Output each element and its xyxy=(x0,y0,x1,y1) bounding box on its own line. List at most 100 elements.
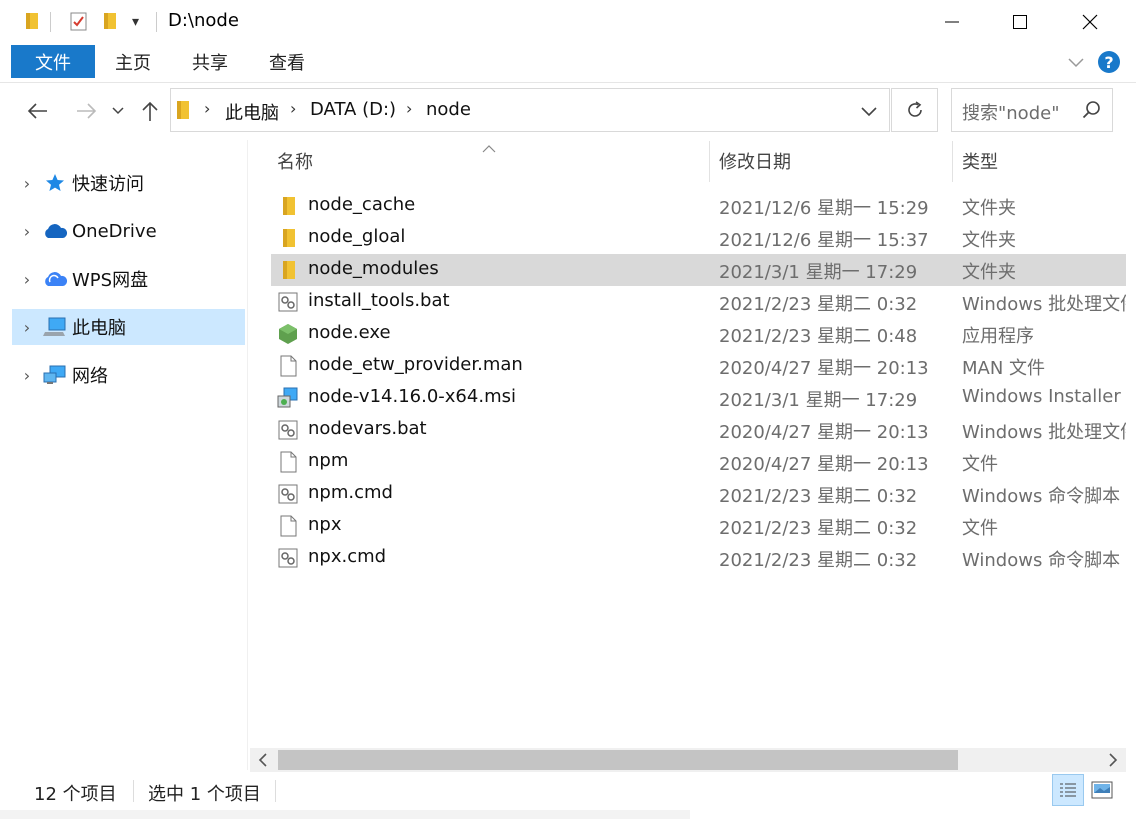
tab-share[interactable]: 共享 xyxy=(172,45,248,78)
column-header-name[interactable]: 名称 xyxy=(277,148,313,174)
file-row[interactable]: npm 2020/4/27 星期一 20:13 文件 xyxy=(271,446,1126,478)
file-icon xyxy=(277,355,299,377)
column-divider[interactable] xyxy=(952,141,953,182)
nav-item-label: OneDrive xyxy=(72,220,157,242)
new-folder-icon[interactable] xyxy=(102,10,120,32)
breadcrumb-this-pc[interactable]: 此电脑 xyxy=(225,99,279,125)
file-row[interactable]: node_gloal 2021/12/6 星期一 15:37 文件夹 xyxy=(271,222,1126,254)
file-name: npm xyxy=(308,450,349,471)
network-icon xyxy=(42,364,68,386)
batch-file-icon xyxy=(277,547,299,569)
nav-item-this-pc[interactable]: › 此电脑 xyxy=(12,309,245,345)
close-icon xyxy=(1082,14,1098,30)
thumbnail-view-icon xyxy=(1091,781,1113,799)
file-name: node_gloal xyxy=(308,226,406,247)
tab-view[interactable]: 查看 xyxy=(250,45,324,78)
status-divider xyxy=(133,780,134,802)
file-date: 2021/12/6 星期一 15:37 xyxy=(719,230,929,251)
column-header-date[interactable]: 修改日期 xyxy=(719,148,791,174)
breadcrumb-separator-icon[interactable]: › xyxy=(406,99,412,118)
arrow-up-icon xyxy=(142,101,158,121)
file-name: install_tools.bat xyxy=(308,290,450,311)
expand-ribbon-button[interactable] xyxy=(1066,52,1086,76)
chevron-right-icon[interactable]: › xyxy=(12,318,42,337)
file-row[interactable]: npx 2021/2/23 星期二 0:32 文件 xyxy=(271,510,1126,542)
column-divider[interactable] xyxy=(709,141,710,182)
minimize-icon xyxy=(945,21,959,23)
file-row[interactable]: install_tools.bat 2021/2/23 星期二 0:32 Windo… xyxy=(271,286,1126,318)
file-row[interactable]: node_cache 2021/12/6 星期一 15:29 文件夹 xyxy=(271,190,1126,222)
file-date: 2021/2/23 星期二 0:32 xyxy=(719,294,918,315)
chevron-right-icon[interactable]: › xyxy=(12,174,42,193)
quick-access-dropdown-icon[interactable]: ▾ xyxy=(132,14,139,30)
chevron-right-icon[interactable]: › xyxy=(12,270,42,289)
computer-icon xyxy=(42,316,68,338)
nav-item-network[interactable]: › 网络 xyxy=(12,357,245,393)
search-icon[interactable] xyxy=(1082,100,1102,124)
toolbar-divider xyxy=(50,12,51,32)
file-row[interactable]: node_modules 2021/3/1 星期一 17:29 文件夹 xyxy=(271,254,1126,286)
maximize-icon xyxy=(1013,15,1027,29)
address-history-dropdown[interactable] xyxy=(858,101,880,125)
chevron-right-icon[interactable]: › xyxy=(12,222,42,241)
back-button[interactable] xyxy=(22,94,54,128)
scroll-right-button[interactable] xyxy=(1102,750,1124,770)
nav-item-quick-access[interactable]: › 快速访问 xyxy=(12,165,245,201)
node-exe-icon xyxy=(277,323,299,345)
up-button[interactable] xyxy=(134,94,166,128)
file-date: 2021/2/23 星期二 0:32 xyxy=(719,518,918,539)
file-date: 2021/3/1 星期一 17:29 xyxy=(719,262,918,283)
properties-icon[interactable] xyxy=(68,10,87,32)
column-header-type[interactable]: 类型 xyxy=(962,148,998,174)
file-date: 2021/2/23 星期二 0:32 xyxy=(719,486,918,507)
tab-home[interactable]: 主页 xyxy=(96,45,170,78)
chevron-down-icon xyxy=(112,107,124,115)
folder-icon xyxy=(24,10,42,32)
folder-icon xyxy=(277,259,299,281)
tab-file[interactable]: 文件 xyxy=(11,45,95,78)
minimize-button[interactable] xyxy=(918,0,986,44)
large-icons-view-button[interactable] xyxy=(1090,778,1114,802)
file-type: Windows 命令脚本 xyxy=(962,486,1121,507)
maximize-button[interactable] xyxy=(986,0,1054,44)
installer-icon xyxy=(277,387,299,409)
file-name: node.exe xyxy=(308,322,391,343)
file-row[interactable]: npx.cmd 2021/2/23 星期二 0:32 Windows 命令脚本 xyxy=(271,542,1126,574)
recent-locations-button[interactable] xyxy=(106,94,130,128)
batch-file-icon xyxy=(277,483,299,505)
window-bottom-strip xyxy=(0,810,690,819)
refresh-button[interactable] xyxy=(891,88,938,132)
breadcrumb-drive[interactable]: DATA (D:) xyxy=(310,99,396,120)
breadcrumb-separator-icon[interactable]: › xyxy=(290,99,296,118)
details-view-button[interactable] xyxy=(1052,774,1084,806)
nav-item-label: WPS网盘 xyxy=(72,270,149,291)
file-row[interactable]: node-v14.16.0-x64.msi 2021/3/1 星期一 17:29 W… xyxy=(271,382,1126,414)
file-name: npm.cmd xyxy=(308,482,393,503)
file-row[interactable]: node_etw_provider.man 2020/4/27 星期一 20:13… xyxy=(271,350,1126,382)
arrow-left-icon xyxy=(27,103,47,119)
file-date: 2021/2/23 星期二 0:32 xyxy=(719,550,918,571)
breadcrumb-node[interactable]: node xyxy=(426,99,471,120)
scrollbar-thumb[interactable] xyxy=(278,750,958,770)
file-icon xyxy=(277,451,299,473)
file-name: nodevars.bat xyxy=(308,418,427,439)
file-row[interactable]: nodevars.bat 2020/4/27 星期一 20:13 Windows 批… xyxy=(271,414,1126,446)
details-view-icon xyxy=(1060,783,1076,797)
nav-item-wps-cloud[interactable]: › WPS网盘 xyxy=(12,261,245,297)
chevron-right-icon[interactable]: › xyxy=(12,366,42,385)
help-icon[interactable]: ? xyxy=(1098,51,1120,73)
file-row[interactable]: node.exe 2021/2/23 星期二 0:48 应用程序 xyxy=(271,318,1126,350)
file-name: npx.cmd xyxy=(308,546,387,567)
status-divider xyxy=(275,780,276,802)
forward-button[interactable] xyxy=(70,94,102,128)
close-button[interactable] xyxy=(1056,0,1124,44)
file-date: 2020/4/27 星期一 20:13 xyxy=(719,454,929,475)
file-type: Windows 批处理文件 xyxy=(962,294,1126,315)
file-date: 2021/12/6 星期一 15:29 xyxy=(719,198,929,219)
chevron-right-icon xyxy=(1109,753,1118,767)
scroll-left-button[interactable] xyxy=(252,750,274,770)
nav-item-onedrive[interactable]: › OneDrive xyxy=(12,213,245,249)
file-row[interactable]: npm.cmd 2021/2/23 星期二 0:32 Windows 命令脚本 xyxy=(271,478,1126,510)
search-input[interactable]: 搜索"node" xyxy=(962,99,1059,125)
breadcrumb-separator-icon[interactable]: › xyxy=(204,99,210,118)
